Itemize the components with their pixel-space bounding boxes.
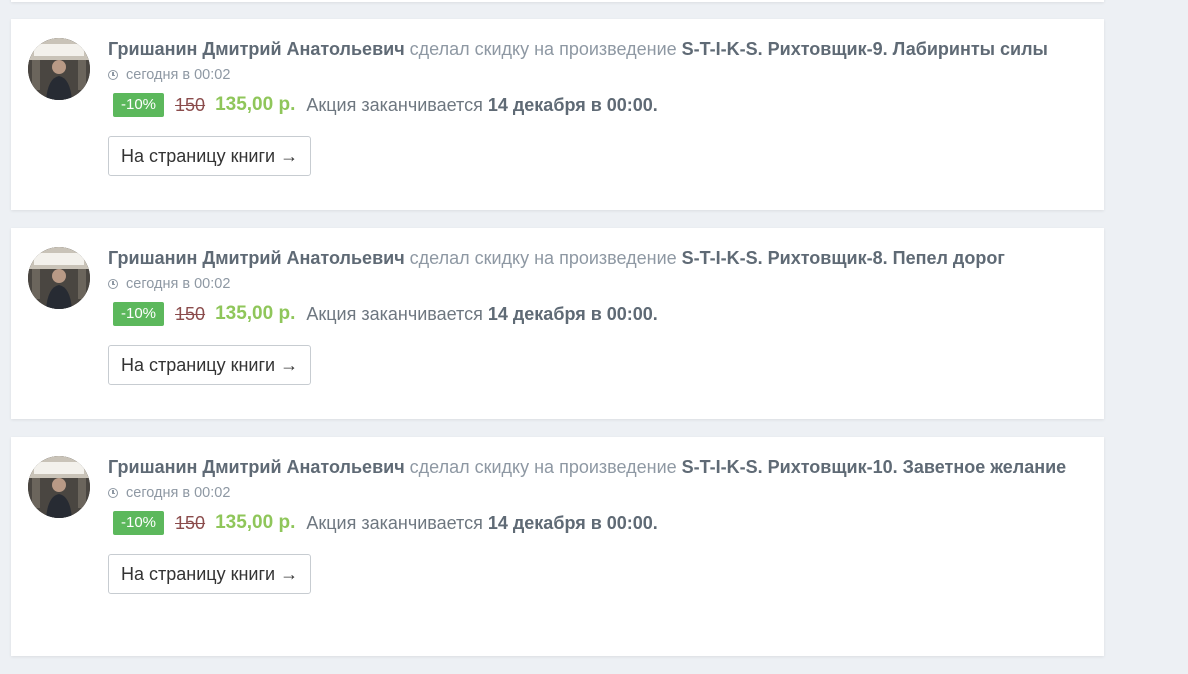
item-headline: Гришанин Дмитрий Анатольевич сделал скид…: [108, 36, 1084, 63]
feed-item: Гришанин Дмитрий Анатольевич сделал скид…: [11, 19, 1104, 210]
old-price: 150: [175, 512, 206, 533]
author-link[interactable]: Гришанин Дмитрий Анатольевич: [108, 39, 405, 59]
action-text: сделал скидку на произведение: [409, 457, 677, 477]
book-page-button[interactable]: На страницу книги →: [108, 554, 312, 594]
book-page-button[interactable]: На страницу книги →: [108, 136, 312, 176]
discount-row: -10% 150 135,00 р. Акция заканчивается 14…: [108, 300, 1084, 328]
avatar[interactable]: [28, 456, 90, 518]
avatar[interactable]: [28, 38, 90, 100]
item-headline: Гришанин Дмитрий Анатольевич сделал скид…: [108, 245, 1084, 272]
clock-icon: [108, 279, 118, 289]
promo-label: Акция заканчивается: [306, 94, 483, 115]
timestamp: сегодня в 00:02: [126, 67, 231, 83]
discount-badge: -10%: [113, 302, 165, 326]
avatar-photo: [28, 247, 90, 309]
new-price: 135,00 р.: [215, 94, 296, 115]
avatar-photo: [28, 38, 90, 100]
discount-row: -10% 150 135,00 р. Акция заканчивается 14…: [108, 91, 1084, 119]
action-text: сделал скидку на произведение: [409, 248, 677, 268]
author-link[interactable]: Гришанин Дмитрий Анатольевич: [108, 248, 405, 268]
promo-end-date: 14 декабря в 00:00.: [487, 94, 658, 115]
item-headline: Гришанин Дмитрий Анатольевич сделал скид…: [108, 454, 1084, 481]
old-price: 150: [175, 303, 206, 324]
item-meta: сегодня в 00:02: [108, 65, 1084, 85]
clock-icon: [108, 488, 118, 498]
promo-label: Акция заканчивается: [306, 303, 483, 324]
discount-badge: -10%: [113, 93, 165, 117]
work-title-link[interactable]: S-T-I-K-S. Рихтовщик-9. Лабиринты силы: [682, 39, 1048, 59]
avatar[interactable]: [28, 247, 90, 309]
discount-row: -10% 150 135,00 р. Акция заканчивается 14…: [108, 509, 1084, 537]
clock-icon: [108, 70, 118, 80]
timestamp: сегодня в 00:02: [126, 276, 231, 292]
previous-card-edge: [11, 0, 1104, 2]
action-text: сделал скидку на произведение: [409, 39, 677, 59]
book-page-button[interactable]: На страницу книги →: [108, 345, 312, 385]
new-price: 135,00 р.: [215, 512, 296, 533]
timestamp: сегодня в 00:02: [126, 485, 231, 501]
feed-item: Гришанин Дмитрий Анатольевич сделал скид…: [11, 437, 1104, 656]
promo-text: Акция заканчивается 14 декабря в 00:00.: [306, 95, 657, 116]
author-link[interactable]: Гришанин Дмитрий Анатольевич: [108, 457, 405, 477]
new-price: 135,00 р.: [215, 303, 296, 324]
feed-item: Гришанин Дмитрий Анатольевич сделал скид…: [11, 228, 1104, 419]
avatar-photo: [28, 456, 90, 518]
work-title-link[interactable]: S-T-I-K-S. Рихтовщик-8. Пепел дорог: [682, 248, 1005, 268]
item-meta: сегодня в 00:02: [108, 483, 1084, 503]
promo-end-date: 14 декабря в 00:00.: [487, 512, 658, 533]
discount-badge: -10%: [113, 511, 165, 535]
discount-feed: Гришанин Дмитрий Анатольевич сделал скид…: [11, 19, 1104, 674]
item-meta: сегодня в 00:02: [108, 274, 1084, 294]
promo-text: Акция заканчивается 14 декабря в 00:00.: [306, 304, 657, 325]
promo-end-date: 14 декабря в 00:00.: [487, 303, 658, 324]
promo-text: Акция заканчивается 14 декабря в 00:00.: [306, 513, 657, 534]
promo-label: Акция заканчивается: [306, 512, 483, 533]
old-price: 150: [175, 94, 206, 115]
work-title-link[interactable]: S-T-I-K-S. Рихтовщик-10. Заветное желани…: [682, 457, 1067, 477]
